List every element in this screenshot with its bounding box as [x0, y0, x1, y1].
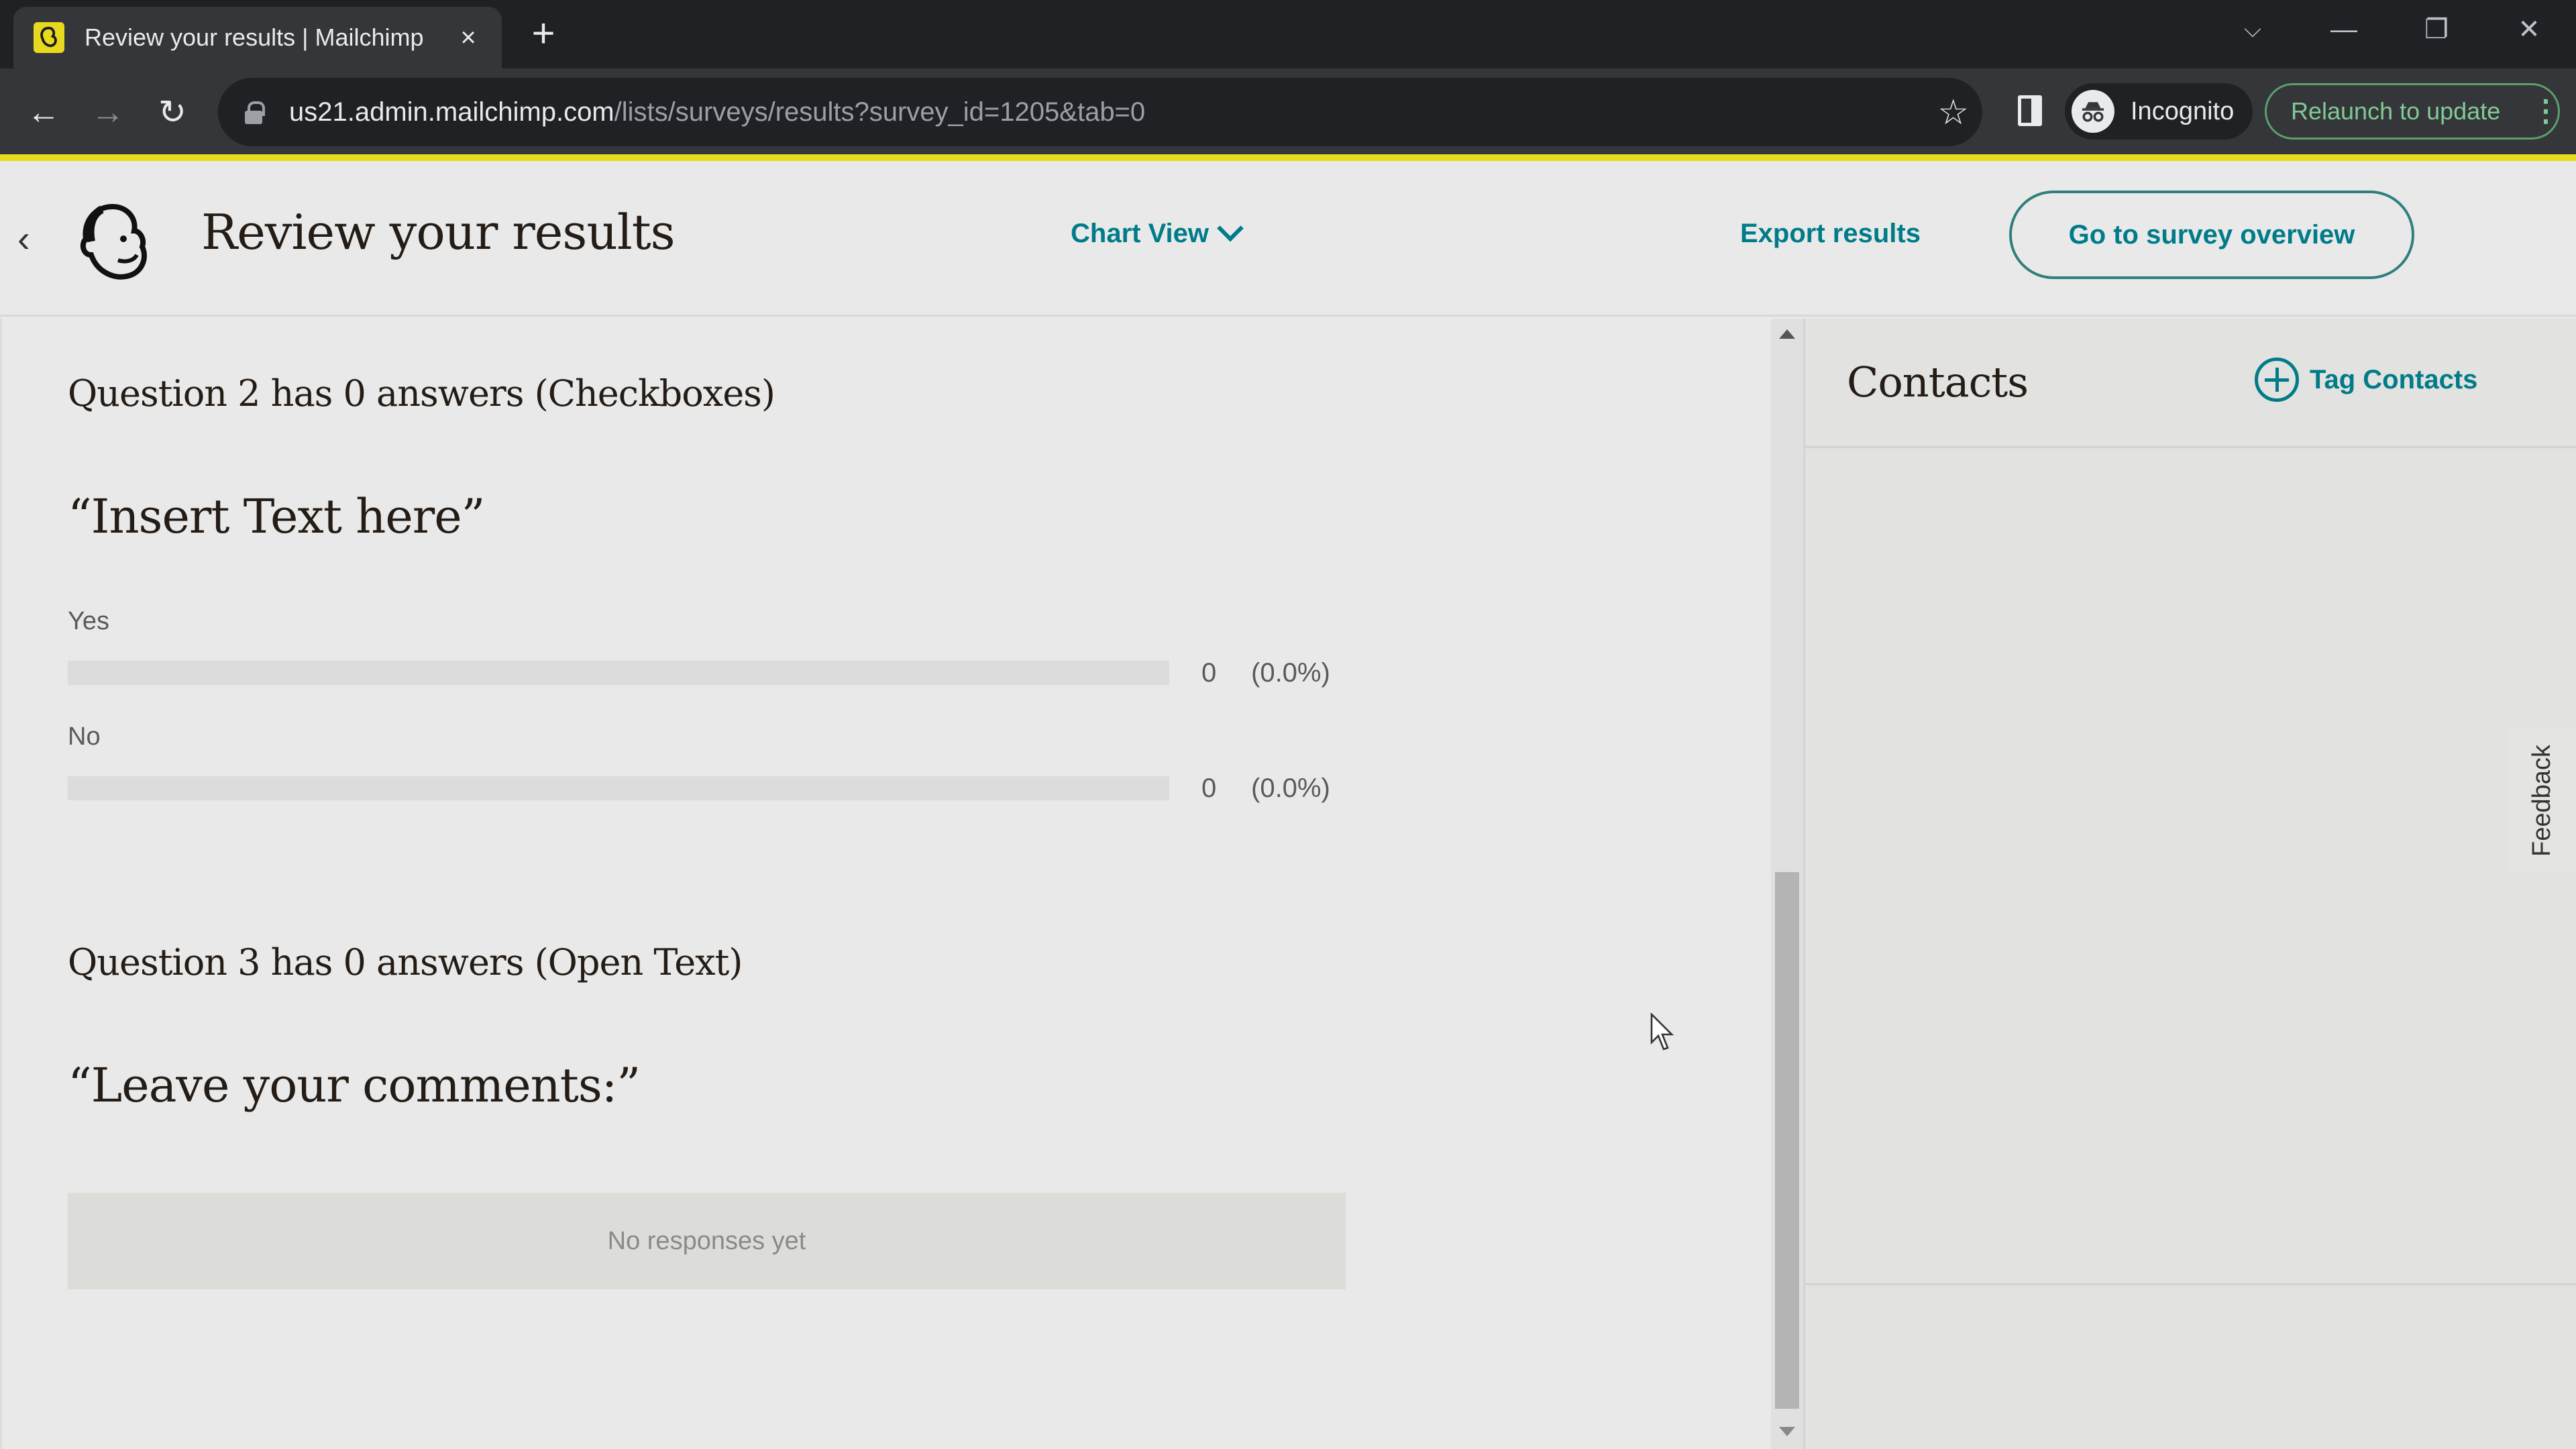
browser-tab[interactable]: Review your results | Mailchimp × [13, 7, 502, 68]
mouse-cursor-icon [1650, 1012, 1677, 1053]
restore-icon[interactable]: ❐ [2410, 9, 2463, 50]
tab-search-icon[interactable]: ⌵ [2226, 9, 2279, 50]
minimize-icon[interactable]: — [2317, 9, 2371, 50]
close-window-icon[interactable]: ✕ [2502, 9, 2556, 50]
scroll-down-arrow-icon[interactable] [1779, 1427, 1795, 1436]
question-3-heading: Question 3 has 0 answers (Open Text) [68, 941, 743, 983]
mailchimp-favicon-icon [34, 22, 64, 53]
url-path: /lists/surveys/results?survey_id=1205&ta… [614, 97, 1146, 127]
incognito-profile-button[interactable]: Incognito [2065, 83, 2253, 140]
feedback-label: Feedback [2527, 744, 2556, 857]
contacts-title: Contacts [1847, 358, 2029, 407]
contacts-panel: Contacts Tag Contacts [1803, 319, 2576, 1449]
mailchimp-logo-icon[interactable] [72, 201, 153, 284]
option-percent-no: (0.0%) [1251, 773, 1330, 803]
no-responses-box: No responses yet [68, 1193, 1346, 1289]
option-percent-yes: (0.0%) [1251, 658, 1330, 688]
scroll-up-arrow-icon[interactable] [1779, 329, 1795, 339]
chart-view-label: Chart View [1071, 219, 1209, 248]
scrollbar-thumb[interactable] [1775, 872, 1799, 1409]
option-bar-no [68, 776, 1169, 800]
incognito-label: Incognito [2131, 97, 2235, 125]
lock-icon [245, 101, 265, 124]
tab-close-icon[interactable]: × [455, 23, 482, 53]
forward-arrow-icon[interactable]: → [85, 89, 131, 136]
feedback-tab[interactable]: Feedback [2508, 729, 2576, 872]
incognito-icon [2072, 90, 2114, 133]
reload-icon[interactable]: ↻ [149, 89, 196, 136]
relaunch-to-update-button[interactable]: Relaunch to update ⋮ [2265, 83, 2561, 140]
export-results-link[interactable]: Export results [1740, 219, 1921, 249]
app-header: ‹ Review your results Chart View Export … [0, 161, 2576, 317]
address-bar[interactable]: us21.admin.mailchimp.com/lists/surveys/r… [218, 78, 1982, 146]
no-responses-message: No responses yet [607, 1226, 806, 1255]
back-arrow-icon[interactable]: ← [20, 89, 67, 136]
new-tab-button[interactable]: + [523, 13, 564, 54]
question-2-heading: Question 2 has 0 answers (Checkboxes) [68, 372, 775, 415]
option-bar-yes [68, 661, 1169, 685]
results-content: Question 2 has 0 answers (Checkboxes) “I… [0, 319, 1771, 1449]
page-title: Review your results [201, 204, 676, 260]
question-3-text: “Leave your comments:” [68, 1058, 641, 1113]
contacts-header: Contacts Tag Contacts [1805, 319, 2576, 448]
browser-toolbar: ← → ↻ us21.admin.mailchimp.com/lists/sur… [0, 68, 2576, 154]
option-label-no: No [68, 722, 101, 751]
chart-view-dropdown[interactable]: Chart View [1071, 215, 1244, 249]
tag-contacts-label: Tag Contacts [2310, 364, 2478, 394]
go-to-survey-overview-button[interactable]: Go to survey overview [2009, 191, 2414, 279]
bookmark-star-icon[interactable]: ☆ [1937, 93, 1969, 133]
side-panel-icon[interactable] [2018, 95, 2042, 126]
question-2-text: “Insert Text here” [68, 489, 485, 544]
browser-tab-bar: Review your results | Mailchimp × + ⌵ — … [0, 0, 2576, 68]
brand-accent-bar [0, 154, 2576, 161]
tag-contacts-button[interactable]: Tag Contacts [2255, 358, 2477, 402]
relaunch-label: Relaunch to update [2291, 97, 2501, 125]
url-host: us21.admin.mailchimp.com [289, 97, 614, 127]
tab-title: Review your results | Mailchimp [85, 23, 424, 51]
chevron-down-icon [1217, 215, 1244, 241]
option-count-yes: 0 [1201, 658, 1217, 688]
contacts-divider [1805, 1283, 2576, 1285]
plus-circle-icon [2255, 358, 2299, 402]
browser-menu-icon[interactable]: ⋮ [2531, 97, 2561, 126]
back-chevron-icon[interactable]: ‹ [17, 220, 44, 258]
content-scrollbar[interactable] [1771, 319, 1803, 1449]
option-label-yes: Yes [68, 607, 109, 635]
option-count-no: 0 [1201, 773, 1217, 803]
